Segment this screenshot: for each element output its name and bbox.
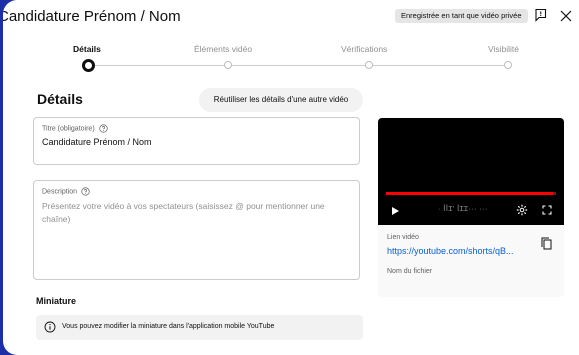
thumbnail-info-text: Vous pouvez modifier la miniature dans l… bbox=[62, 323, 275, 330]
thumbnail-info-bar: Vous pouvez modifier la miniature dans l… bbox=[36, 315, 363, 340]
upload-dialog: Candidature Prénom / Nom Enregistrée en … bbox=[3, 0, 579, 355]
help-icon[interactable] bbox=[81, 187, 90, 196]
video-progress-fill bbox=[386, 192, 553, 195]
video-progress-bar[interactable] bbox=[386, 192, 556, 195]
fullscreen-icon[interactable] bbox=[542, 205, 552, 215]
description-field[interactable]: Description Présentez votre vidéo à vos … bbox=[33, 180, 360, 280]
section-title: Détails bbox=[37, 91, 83, 107]
description-field-label-text: Description bbox=[42, 188, 78, 196]
step-dot-details bbox=[82, 59, 95, 72]
gear-icon[interactable] bbox=[516, 204, 528, 216]
step-dot-checks bbox=[365, 61, 373, 69]
video-timecode: · ꟾꟾꞮ' ꟾꞮꞮ··· ··· bbox=[438, 206, 488, 213]
step-checks[interactable]: Vérifications bbox=[341, 44, 387, 54]
title-field-label-text: Titre (obligatoire) bbox=[42, 125, 95, 133]
info-icon bbox=[44, 321, 56, 333]
step-dot-visibility bbox=[504, 61, 512, 69]
thumbnail-title: Miniature bbox=[36, 296, 77, 306]
description-input[interactable]: Présentez votre vidéo à vos spectateurs … bbox=[42, 200, 352, 226]
video-player[interactable]: · ꟾꟾꞮ' ꟾꞮꞮ··· ··· bbox=[378, 118, 564, 225]
title-input[interactable]: Candidature Prénom / Nom bbox=[42, 137, 152, 147]
description-field-label: Description bbox=[42, 187, 90, 196]
video-preview-panel: · ꟾꟾꞮ' ꟾꞮꞮ··· ··· Lien vidéo https://you… bbox=[378, 118, 564, 297]
copy-icon[interactable] bbox=[541, 237, 552, 250]
step-visibility[interactable]: Visibilité bbox=[488, 44, 519, 54]
step-video-elements[interactable]: Éléments vidéo bbox=[194, 44, 252, 54]
step-dot-video-elements bbox=[224, 61, 232, 69]
video-link[interactable]: https://youtube.com/shorts/qB... bbox=[387, 246, 514, 256]
step-details[interactable]: Détails bbox=[73, 44, 101, 54]
step-connector bbox=[93, 65, 508, 66]
filename-label: Nom du fichier bbox=[387, 268, 433, 275]
title-field[interactable]: Titre (obligatoire) Candidature Prénom /… bbox=[33, 117, 360, 165]
help-icon[interactable] bbox=[98, 124, 108, 133]
play-icon[interactable] bbox=[390, 206, 400, 216]
video-link-label: Lien vidéo bbox=[387, 234, 419, 241]
title-field-label: Titre (obligatoire) bbox=[42, 124, 108, 133]
progress-stepper: Détails Éléments vidéo Vérifications Vis… bbox=[3, 0, 579, 72]
reuse-details-button[interactable]: Réutiliser les détails d'une autre vidéo bbox=[199, 88, 363, 112]
